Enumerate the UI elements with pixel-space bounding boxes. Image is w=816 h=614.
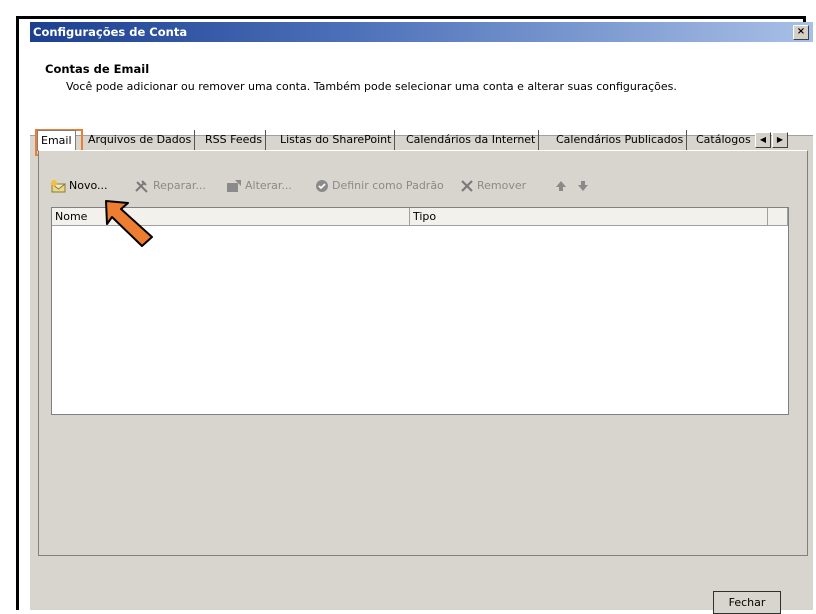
window-title: Configurações de Conta bbox=[33, 25, 188, 39]
arrow-up-icon bbox=[556, 181, 566, 191]
tab-data-files[interactable]: Arquivos de Dados bbox=[85, 130, 196, 150]
header-description: Você pode adicionar ou remover uma conta… bbox=[66, 80, 677, 93]
tab-catalogs[interactable]: Catálogos bbox=[693, 130, 754, 150]
header-title: Contas de Email bbox=[45, 62, 150, 76]
column-header-type[interactable]: Tipo bbox=[410, 208, 768, 226]
change-button[interactable]: Alterar... bbox=[226, 176, 292, 196]
move-up-button[interactable] bbox=[555, 176, 570, 196]
dialog-header: Contas de Email Você pode adicionar ou r… bbox=[30, 42, 813, 136]
new-account-button[interactable]: Novo... bbox=[50, 176, 108, 196]
close-button[interactable]: Fechar bbox=[713, 591, 781, 614]
remove-button[interactable]: Remover bbox=[460, 176, 526, 196]
new-account-icon bbox=[50, 180, 66, 193]
tab-scroll-buttons: ◀ ▶ bbox=[755, 132, 789, 148]
tab-scroll-right-icon[interactable]: ▶ bbox=[772, 132, 788, 148]
tab-internet-calendars[interactable]: Calendários da Internet bbox=[403, 130, 540, 150]
tab-scroll-left-icon[interactable]: ◀ bbox=[755, 132, 771, 148]
close-icon[interactable]: × bbox=[793, 25, 809, 40]
repair-button[interactable]: Reparar... bbox=[134, 176, 206, 196]
account-settings-dialog: Configurações de Conta × Contas de Email… bbox=[30, 22, 813, 614]
move-down-button[interactable] bbox=[577, 176, 592, 196]
tab-sharepoint-lists[interactable]: Listas do SharePoint bbox=[277, 130, 396, 150]
tools-icon bbox=[135, 180, 148, 193]
change-icon bbox=[227, 180, 241, 192]
pointer-arrow-icon bbox=[105, 200, 153, 247]
arrow-down-icon bbox=[578, 181, 588, 191]
repair-label: Reparar... bbox=[153, 179, 206, 192]
new-account-label: Novo... bbox=[69, 179, 108, 192]
tab-email[interactable]: Email bbox=[37, 130, 76, 151]
column-header-filler bbox=[768, 208, 788, 226]
title-bar: Configurações de Conta × bbox=[30, 22, 813, 42]
tab-rss-feeds[interactable]: RSS Feeds bbox=[202, 130, 267, 150]
change-label: Alterar... bbox=[245, 179, 292, 192]
remove-x-icon bbox=[461, 180, 473, 192]
set-default-button[interactable]: Definir como Padrão bbox=[315, 176, 444, 196]
close-button-label: Fechar bbox=[728, 596, 766, 609]
set-default-label: Definir como Padrão bbox=[332, 179, 444, 192]
checkmark-circle-icon bbox=[316, 180, 328, 192]
tab-published-calendars[interactable]: Calendários Publicados bbox=[553, 130, 688, 150]
remove-label: Remover bbox=[477, 179, 527, 192]
